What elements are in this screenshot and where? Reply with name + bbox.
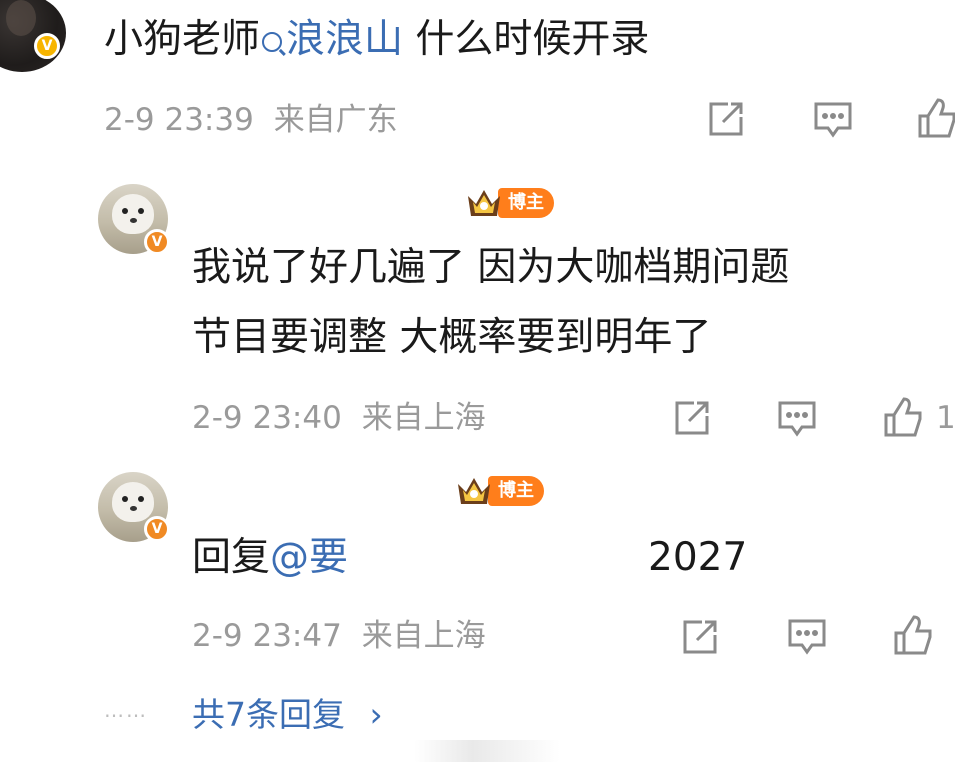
reply-text-line2: 节目要调整 大概率要到明年了 xyxy=(192,315,712,360)
comment-icon[interactable] xyxy=(786,617,828,657)
crown-icon xyxy=(464,186,504,220)
comment-icon[interactable] xyxy=(776,399,818,439)
comment-location: 来自广东 xyxy=(273,102,398,138)
like-icon[interactable] xyxy=(916,96,955,140)
avatar-face xyxy=(6,0,36,36)
avatar-nose xyxy=(130,218,137,223)
avatar-eye xyxy=(122,208,128,214)
like-icon[interactable] xyxy=(892,613,934,657)
share-icon[interactable] xyxy=(680,617,720,657)
comment-author[interactable]: 小狗老师 xyxy=(104,17,260,62)
verified-icon: V xyxy=(144,229,170,255)
reply-meta: 2-9 23:40 来自上海 xyxy=(192,398,486,438)
topic-link[interactable]: 浪浪山 xyxy=(260,17,403,62)
share-icon[interactable] xyxy=(706,99,746,139)
mention-link[interactable]: @要 xyxy=(270,535,348,580)
blogger-badge: 博主 xyxy=(454,474,544,508)
comment-body: 什么时候开录 xyxy=(403,17,650,62)
view-more-replies-link[interactable]: 共7条回复 › xyxy=(192,688,383,736)
avatar-eye xyxy=(138,496,144,502)
top-comment-meta: 2-9 23:39 来自广东 xyxy=(104,100,398,140)
avatar-nose xyxy=(130,506,137,511)
more-dots: …… xyxy=(104,698,148,722)
reply-prefix: 回复 xyxy=(192,535,271,580)
avatar-ferret xyxy=(112,482,154,522)
blogger-label: 博主 xyxy=(488,476,544,506)
search-icon xyxy=(262,32,283,52)
like-count: 1 xyxy=(936,400,955,436)
chevron-right-icon: › xyxy=(369,695,383,734)
reply-location: 来自上海 xyxy=(361,618,486,654)
share-icon[interactable] xyxy=(672,398,712,438)
reply-text-line1: 我说了好几遍了 因为大咖档期问题 xyxy=(192,245,790,290)
avatar-eye xyxy=(138,208,144,214)
avatar-ferret xyxy=(112,194,154,234)
more-replies-label: 共7条回复 xyxy=(192,695,345,734)
reply-meta: 2-9 23:47 来自上海 xyxy=(192,616,486,656)
blogger-label: 博主 xyxy=(498,188,554,218)
comment-time: 2-9 23:39 xyxy=(104,102,254,138)
verified-icon: V xyxy=(144,516,170,542)
reply-location: 来自上海 xyxy=(361,400,486,436)
top-comment-text: 小狗老师 浪浪山 什么时候开录 xyxy=(104,12,649,68)
reply-tail: 2027 xyxy=(648,535,748,580)
reply-text: 回复@要 2027 xyxy=(192,530,747,586)
comment-icon[interactable] xyxy=(812,100,854,140)
reply-time: 2-9 23:40 xyxy=(192,400,342,436)
verified-icon: V xyxy=(34,33,60,59)
blogger-badge: 博主 xyxy=(464,186,554,220)
reply-time: 2-9 23:47 xyxy=(192,618,342,654)
avatar-eye xyxy=(122,496,128,502)
like-icon[interactable] xyxy=(882,395,924,439)
watermark-fade xyxy=(414,740,560,762)
crown-icon xyxy=(454,474,494,508)
